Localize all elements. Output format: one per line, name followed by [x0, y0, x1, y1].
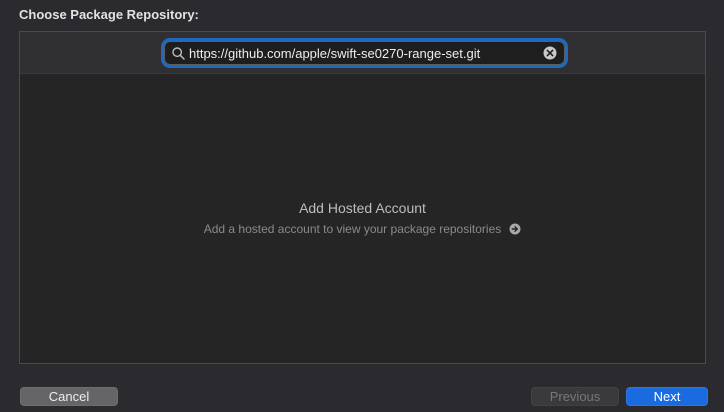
package-repository-sheet: Choose Package Repository: https://githu…	[0, 0, 724, 412]
empty-state-subtitle: Add a hosted account to view your packag…	[203, 222, 502, 236]
search-icon	[169, 44, 187, 62]
previous-button[interactable]: Previous	[531, 387, 619, 406]
repository-url-input[interactable]	[187, 43, 542, 63]
arrow-right-circle-icon[interactable]	[509, 223, 521, 235]
cancel-button[interactable]: Cancel	[20, 387, 118, 406]
add-hosted-account-link[interactable]: Add a hosted account to view your packag…	[20, 222, 705, 236]
empty-state: Add Hosted Account Add a hosted account …	[20, 200, 705, 236]
next-button[interactable]: Next	[626, 387, 708, 406]
sheet-heading: Choose Package Repository:	[19, 7, 199, 22]
search-field[interactable]	[164, 41, 565, 65]
search-bar	[20, 32, 705, 74]
clear-icon[interactable]	[542, 45, 558, 61]
repository-panel: Add Hosted Account Add a hosted account …	[19, 31, 706, 364]
empty-state-title: Add Hosted Account	[299, 200, 426, 216]
